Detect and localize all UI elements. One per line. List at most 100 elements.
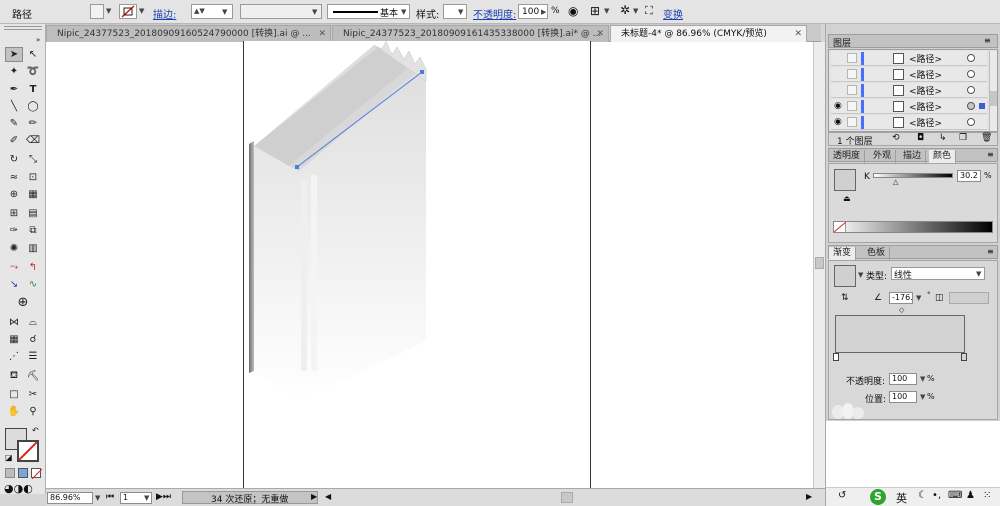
color-fill-swatch[interactable]: [834, 169, 856, 191]
blob-brush-tool-icon[interactable]: ✐: [5, 133, 23, 148]
warp-tool-icon[interactable]: ≈: [5, 170, 23, 185]
punctuation-icon[interactable]: •,: [932, 490, 941, 501]
layer-row[interactable]: <路径>: [831, 67, 987, 82]
mesh-tool-icon[interactable]: ⊞: [5, 206, 23, 221]
collapse-icon[interactable]: »: [36, 36, 40, 44]
slice-tool-icon[interactable]: ✂: [24, 387, 42, 402]
transform-link[interactable]: 变换: [663, 6, 683, 21]
lock-toggle-icon[interactable]: [847, 53, 857, 63]
ellipse-tool-icon[interactable]: ◯: [24, 99, 42, 114]
tab-appearance[interactable]: 外观: [869, 150, 897, 163]
history-icon[interactable]: ↺: [838, 490, 846, 501]
target-icon[interactable]: [967, 54, 975, 62]
free-transform-tool-icon[interactable]: ⊡: [24, 170, 42, 185]
gradient-stop-left[interactable]: [833, 353, 839, 361]
target-icon[interactable]: [967, 118, 975, 126]
angle-dropdown-icon[interactable]: ▼: [916, 294, 921, 302]
reverse-gradient-icon[interactable]: ⇅: [841, 293, 849, 303]
draw-mode-icon[interactable]: ◕◑◐: [4, 482, 33, 495]
gradient-preview-swatch[interactable]: [834, 265, 856, 287]
tab-swatches[interactable]: 色板: [863, 247, 891, 260]
tab-gradient[interactable]: 渐变: [829, 247, 857, 260]
type-tool-icon[interactable]: T: [24, 82, 42, 97]
gradient-stop-right[interactable]: [961, 353, 967, 361]
scroll-thumb[interactable]: [815, 257, 824, 269]
layers-scrollbar[interactable]: [989, 51, 997, 131]
new-sublayer-icon[interactable]: ↳: [939, 133, 947, 143]
hand-tool-icon[interactable]: ✋: [5, 404, 23, 419]
location-dropdown-icon[interactable]: ▼: [920, 393, 925, 401]
live-paint-select-icon[interactable]: ⛏: [24, 369, 42, 384]
color-mode-icon[interactable]: [5, 468, 15, 478]
settings-grid-icon[interactable]: ⁙: [983, 490, 991, 501]
none-mode-icon[interactable]: [31, 468, 43, 480]
brush-definition[interactable]: 基本 ▼: [327, 4, 410, 19]
zoom-dropdown-icon[interactable]: ▼: [95, 494, 100, 502]
layers-panel-header[interactable]: 图层 ≡: [828, 34, 998, 49]
paintbrush-tool-icon[interactable]: ✎: [5, 116, 23, 131]
stroke-dropdown-icon[interactable]: ▼: [139, 7, 144, 15]
gradient-ramp[interactable]: [835, 315, 965, 353]
tab-color[interactable]: 颜色: [929, 150, 957, 163]
status-menu-icon[interactable]: ▶: [311, 492, 317, 501]
gradient-angle-input[interactable]: -176.: [889, 292, 913, 304]
lock-toggle-icon[interactable]: [847, 85, 857, 95]
align-tool-icon[interactable]: ☰: [24, 349, 42, 364]
target-icon[interactable]: [967, 70, 975, 78]
tab-document-3[interactable]: 未标题-4* @ 86.96% (CMYK/预览) ✕: [610, 25, 807, 42]
moon-icon[interactable]: ☾: [918, 490, 927, 501]
default-colors-icon[interactable]: ◪: [5, 453, 13, 462]
first-page-icon[interactable]: ⏮: [106, 492, 114, 502]
recolor-icon[interactable]: ◉: [568, 4, 578, 18]
blend-tool-icon[interactable]: ⧉: [24, 223, 42, 238]
canvas-vertical-scrollbar[interactable]: [813, 42, 825, 488]
layer-row-selected[interactable]: ◉ <路径>: [831, 99, 987, 114]
magic-wand-icon[interactable]: ✲: [620, 3, 630, 17]
opacity-link[interactable]: 不透明度:: [473, 6, 516, 21]
panel-menu-icon[interactable]: ≡: [987, 247, 994, 256]
column-graph-tool-icon[interactable]: ▥: [24, 241, 42, 256]
fill-swatch[interactable]: [90, 4, 104, 19]
zoom-tool-icon[interactable]: ⚲: [24, 404, 42, 419]
gradient-type-select[interactable]: 线性 ▼: [891, 267, 985, 281]
rotate-tool-icon[interactable]: ↻: [5, 152, 23, 167]
eyedropper-tool-icon[interactable]: ✑: [5, 223, 23, 238]
opacity-dropdown-icon[interactable]: ▼: [920, 375, 925, 383]
anchor-convert-icon[interactable]: ⤳: [5, 260, 23, 275]
stroke-weight-field[interactable]: ▲▼ ▼: [191, 4, 233, 19]
path-tool-icon[interactable]: ⋰: [5, 349, 23, 364]
swap-colors-icon[interactable]: ↶: [32, 426, 39, 435]
curve-green-icon[interactable]: ∿: [24, 277, 42, 292]
selection-tool-icon[interactable]: ➤: [5, 47, 23, 62]
eye-icon[interactable]: ◉: [834, 101, 844, 111]
scroll-right-icon[interactable]: ▶: [806, 492, 812, 501]
gradient-preset-dropdown-icon[interactable]: ▼: [858, 271, 863, 279]
select-similar-dropdown-icon[interactable]: ▼: [633, 7, 638, 15]
perspective-grid-tool-icon[interactable]: ▦: [24, 187, 42, 202]
stroke-color-swatch[interactable]: [17, 440, 39, 462]
layer-row[interactable]: ◉ <路径>: [831, 115, 987, 130]
warp-shape-tool-icon[interactable]: ⌓: [24, 315, 42, 330]
slider-thumb-icon[interactable]: △: [893, 178, 898, 186]
ime-mode-label[interactable]: 英: [896, 490, 907, 506]
color-spectrum-bar[interactable]: [833, 221, 993, 233]
direct-selection-tool-icon[interactable]: ↖: [24, 47, 42, 62]
layer-row[interactable]: <路径>: [831, 83, 987, 98]
artboard-tool-icon[interactable]: □: [5, 387, 23, 402]
stroke-link[interactable]: 描边:: [153, 6, 176, 21]
artboard[interactable]: [243, 40, 591, 490]
gradient-tool-icon[interactable]: ▤: [24, 206, 42, 221]
envelope-tool-icon[interactable]: ⋈: [5, 315, 23, 330]
toolbar-grip[interactable]: [4, 26, 42, 30]
style-swatch[interactable]: ▼: [443, 4, 467, 19]
panel-menu-icon[interactable]: ≡: [984, 36, 991, 45]
keyboard-icon[interactable]: ⌨: [948, 490, 962, 501]
sogou-icon[interactable]: S: [870, 489, 886, 505]
layer-row[interactable]: <路径>: [831, 51, 987, 66]
make-clip-mask-icon[interactable]: ◘: [917, 133, 924, 143]
tab-transparency[interactable]: 透明度: [829, 150, 866, 163]
close-icon[interactable]: ✕: [318, 26, 326, 42]
book-illustration[interactable]: [244, 40, 590, 490]
eraser-tool-icon[interactable]: ⌫: [24, 133, 42, 148]
panel-menu-icon[interactable]: ≡: [987, 150, 994, 159]
